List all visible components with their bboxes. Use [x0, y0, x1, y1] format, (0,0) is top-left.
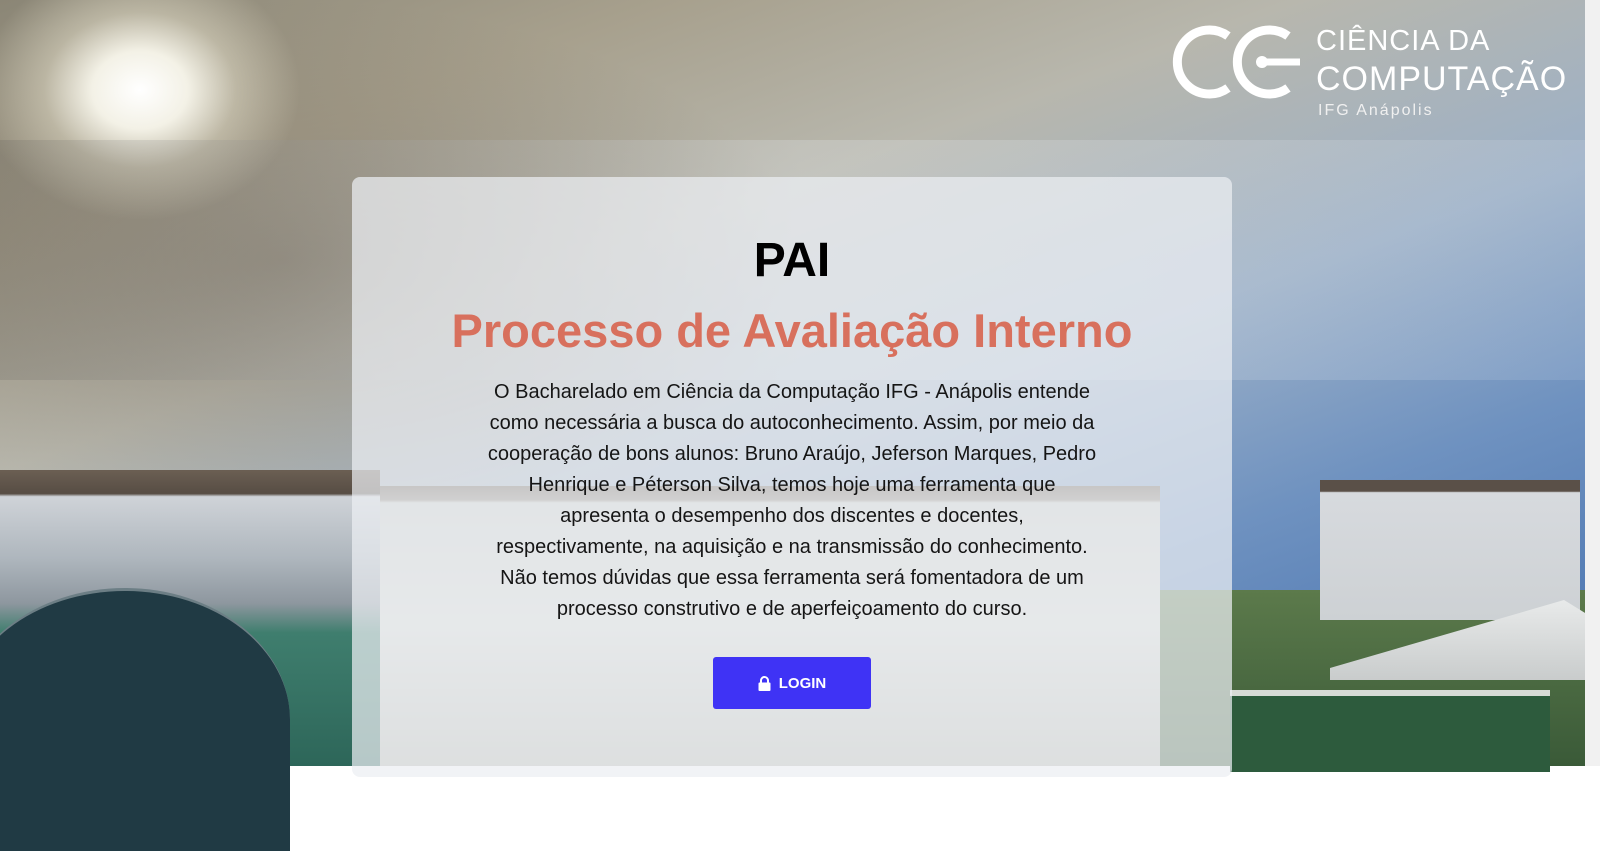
background-building-right — [1320, 480, 1580, 620]
description-text: O Bacharelado em Ciência da Computação I… — [487, 381, 1097, 620]
logo-text-line3: IFG Anápolis — [1318, 102, 1434, 119]
login-button[interactable]: LOGIN — [713, 657, 871, 709]
course-logo: CIÊNCIA DA COMPUTAÇÃO IFG Anápolis — [1170, 22, 1570, 122]
page-subtitle: Processo de Avaliação Interno — [451, 304, 1133, 357]
page-title: PAI — [753, 234, 831, 287]
logo-text-line2: COMPUTAÇÃO — [1316, 60, 1568, 98]
background-container — [1230, 690, 1550, 772]
cc-logo-icon — [1172, 25, 1300, 99]
intro-card: PAI Processo de Avaliação Interno O Bach… — [352, 177, 1232, 777]
logo-text-line1: CIÊNCIA DA — [1316, 25, 1491, 57]
login-label: LOGIN — [778, 674, 827, 692]
lock-icon — [758, 675, 771, 691]
page-scrollbar[interactable] — [1585, 0, 1600, 766]
